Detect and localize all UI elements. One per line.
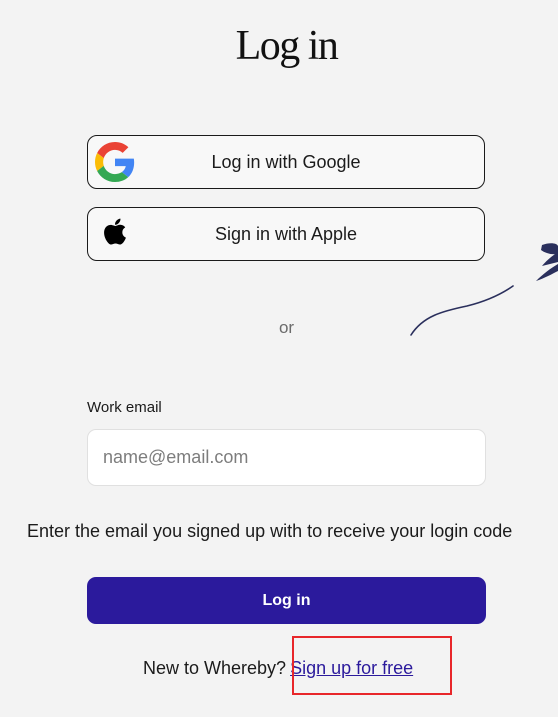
- google-login-button[interactable]: Log in with Google: [87, 135, 485, 189]
- signup-link[interactable]: Sign up for free: [290, 658, 413, 678]
- email-field[interactable]: [87, 429, 486, 486]
- google-login-label: Log in with Google: [211, 151, 361, 172]
- apple-login-label: Sign in with Apple: [214, 223, 358, 244]
- login-button[interactable]: Log in: [87, 577, 486, 624]
- or-divider: or: [278, 318, 295, 337]
- email-hint-text: Enter the email you signed up with to re…: [27, 521, 513, 541]
- email-field-label: Work email: [87, 399, 162, 416]
- signup-prompt: New to Whereby?: [143, 658, 287, 678]
- signup-prompt-row: New to Whereby? Sign up for free: [143, 658, 413, 679]
- page-title: Log in: [235, 23, 339, 69]
- google-icon: [95, 142, 135, 182]
- apple-icon: [101, 218, 129, 250]
